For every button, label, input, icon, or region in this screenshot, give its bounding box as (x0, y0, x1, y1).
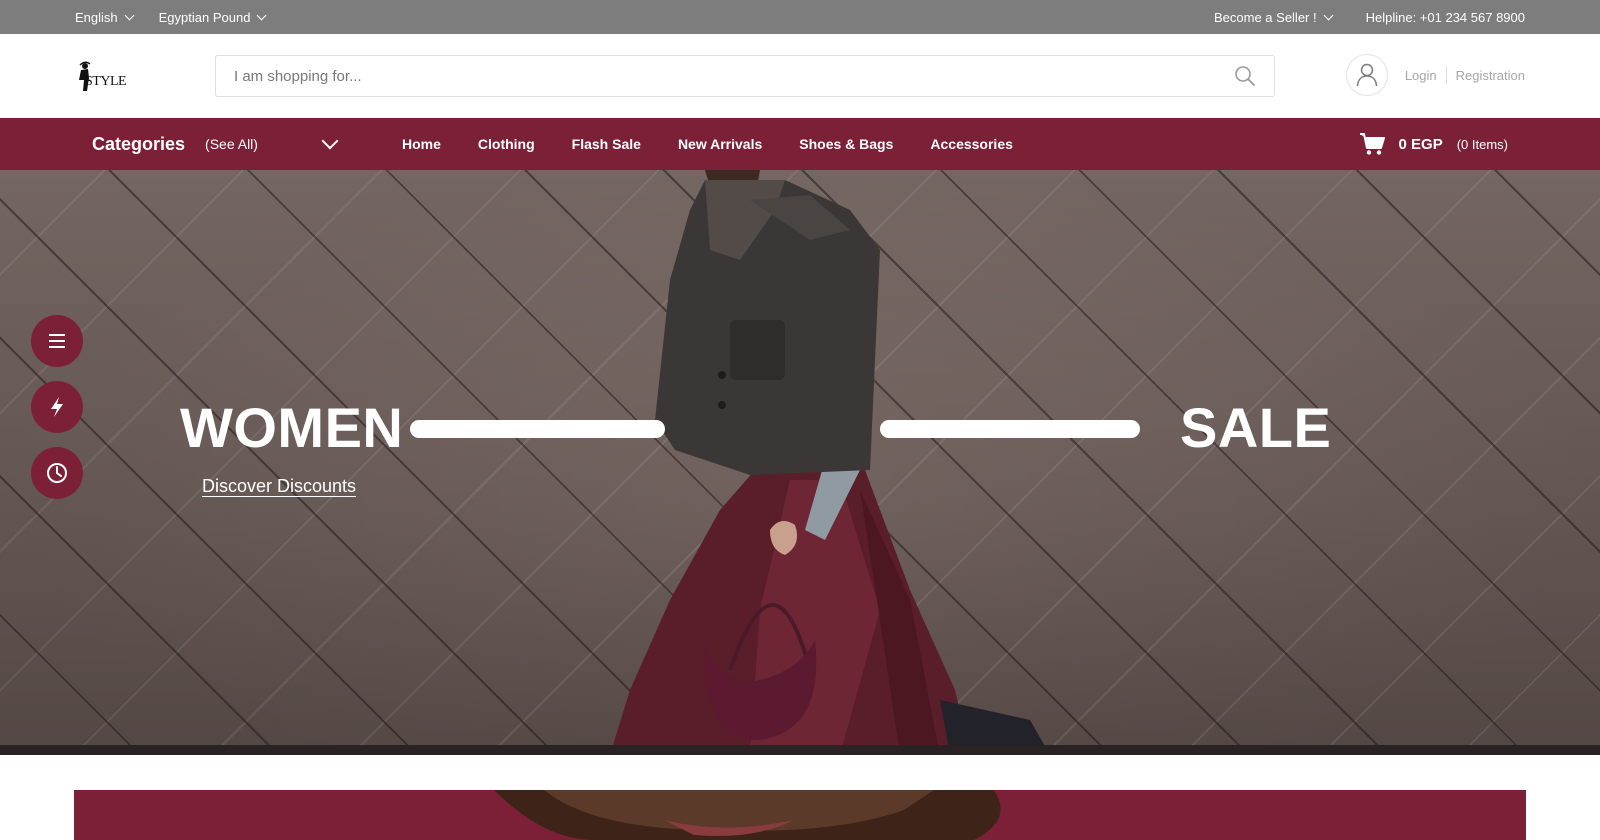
search-bar (215, 55, 1275, 97)
header: STYLE Login Registration (0, 34, 1600, 118)
secondary-banner[interactable] (74, 790, 1526, 840)
hero-title-sale: SALE (1180, 396, 1332, 459)
floating-recent-button[interactable] (31, 447, 83, 499)
nav-item-new-arrivals[interactable]: New Arrivals (678, 136, 762, 152)
hero-title-women: WOMEN (180, 396, 404, 459)
chevron-down-icon (124, 10, 135, 20)
chevron-down-icon (1323, 10, 1334, 20)
become-seller-label: Become a Seller ! (1214, 9, 1317, 25)
hero-bottom-edge (0, 745, 1600, 755)
cart-button[interactable]: 0 EGP (0 Items) (1359, 132, 1508, 156)
menu-icon (49, 334, 65, 348)
user-icon (1356, 63, 1378, 87)
floating-flash-sale-button[interactable] (31, 381, 83, 433)
hero-divider-right (880, 420, 1140, 438)
divider (1445, 66, 1447, 84)
site-logo[interactable]: STYLE (75, 56, 135, 96)
secondary-banner-image (74, 790, 1526, 840)
logo-text: STYLE (85, 74, 127, 89)
helpline-text: Helpline: +01 234 567 8900 (1365, 9, 1525, 25)
cart-item-count: (0 Items) (1456, 136, 1508, 152)
language-dropdown[interactable]: English (75, 9, 135, 25)
nav-item-flash-sale[interactable]: Flash Sale (572, 136, 641, 152)
cart-amount: 0 EGP (1398, 135, 1443, 153)
clock-icon (47, 463, 67, 483)
currency-label: Egyptian Pound (158, 9, 251, 25)
login-link[interactable]: Login (1405, 68, 1437, 83)
search-input[interactable] (234, 67, 1134, 85)
floating-menu-button[interactable] (31, 315, 83, 367)
categories-dropdown[interactable]: Categories (See All) (92, 132, 342, 155)
hero-banner: WOMEN SALE Discover Discounts (0, 170, 1600, 755)
chevron-down-icon (256, 10, 267, 20)
top-bar: English Egyptian Pound Become a Seller !… (0, 0, 1600, 34)
nav-item-accessories[interactable]: Accessories (930, 136, 1013, 152)
chevron-down-icon (321, 132, 339, 149)
nav-item-clothing[interactable]: Clothing (478, 136, 535, 152)
main-nav: Categories (See All) Home Clothing Flash… (0, 118, 1600, 170)
lightning-icon (51, 397, 63, 417)
become-seller-dropdown[interactable]: Become a Seller ! (1214, 9, 1334, 25)
search-icon[interactable] (1234, 65, 1256, 87)
categories-see-all: (See All) (205, 136, 258, 152)
cart-icon (1359, 133, 1385, 155)
registration-link[interactable]: Registration (1456, 68, 1525, 83)
account-area: Login Registration (1345, 54, 1525, 96)
nav-item-home[interactable]: Home (402, 136, 441, 152)
avatar[interactable] (1345, 54, 1388, 96)
discover-discounts-link[interactable]: Discover Discounts (202, 476, 356, 497)
nav-item-shoes-bags[interactable]: Shoes & Bags (799, 136, 893, 152)
categories-title: Categories (92, 133, 186, 154)
currency-dropdown[interactable]: Egyptian Pound (158, 9, 267, 25)
hero-divider-left (410, 420, 665, 438)
nav-menu: Home Clothing Flash Sale New Arrivals Sh… (402, 136, 1013, 152)
language-label: English (75, 9, 118, 25)
hero-model-image (610, 170, 1050, 755)
